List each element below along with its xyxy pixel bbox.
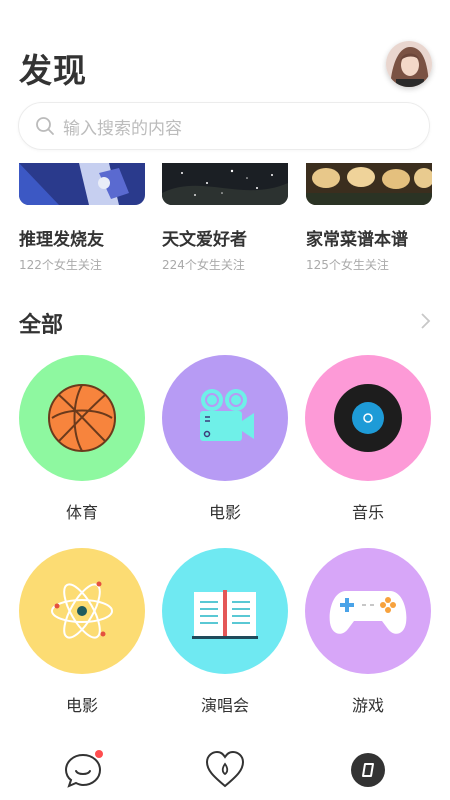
topic-name: 天文爱好者 [162,230,247,250]
topic-image [162,163,288,205]
category-label: 体育 [65,503,98,522]
vinyl-record-icon [334,384,402,452]
category-item[interactable]: 电影 [162,355,288,523]
topic-followers: 224个女生关注 [162,258,245,272]
category-circle [162,355,288,481]
category-circle [305,548,431,674]
topic-image [306,163,432,205]
category-item[interactable]: 电影 [19,548,145,716]
category-item[interactable]: 音乐 [305,355,431,523]
open-book-icon [192,590,258,639]
category-circle [19,548,145,674]
category-label: 电影 [208,503,241,522]
topic-image [19,163,145,205]
movie-camera-icon [200,389,254,441]
topic-name: 家常菜谱本谱 [306,230,408,250]
topic-card[interactable]: 推理发烧友 122个女生关注 [19,163,145,273]
tab-bar [0,730,450,800]
category-label: 音乐 [351,503,384,522]
search-input[interactable]: 输入搜索的内容 [63,114,182,139]
chat-icon[interactable] [63,750,103,790]
topic-followers: 122个女生关注 [19,258,102,272]
category-label: 电影 [65,696,98,715]
topic-followers: 125个女生关注 [306,258,389,272]
page-title: 发现 [19,51,87,90]
section-title: 全部 [19,313,64,338]
category-item[interactable]: 演唱会 [162,548,288,716]
heart-icon[interactable] [205,750,245,790]
atom-icon [51,581,113,639]
search-bar[interactable]: 输入搜索的内容 [18,102,430,150]
category-circle [162,548,288,674]
notification-badge [95,750,103,758]
search-icon [36,117,54,135]
topic-card[interactable]: 家常菜谱本谱 125个女生关注 [306,163,432,273]
topic-name: 推理发烧友 [19,230,104,250]
basketball-icon [48,384,116,452]
category-circle [305,355,431,481]
gamepad-icon [329,591,407,634]
category-label: 演唱会 [200,696,249,715]
category-item[interactable]: 游戏 [305,548,431,716]
compass-icon[interactable] [348,750,388,790]
category-item[interactable]: 体育 [19,355,145,523]
category-circle [19,355,145,481]
avatar[interactable] [386,41,432,87]
topic-card[interactable]: 天文爱好者 224个女生关注 [162,163,288,273]
chevron-right-icon[interactable] [417,312,433,330]
category-label: 游戏 [351,696,384,715]
